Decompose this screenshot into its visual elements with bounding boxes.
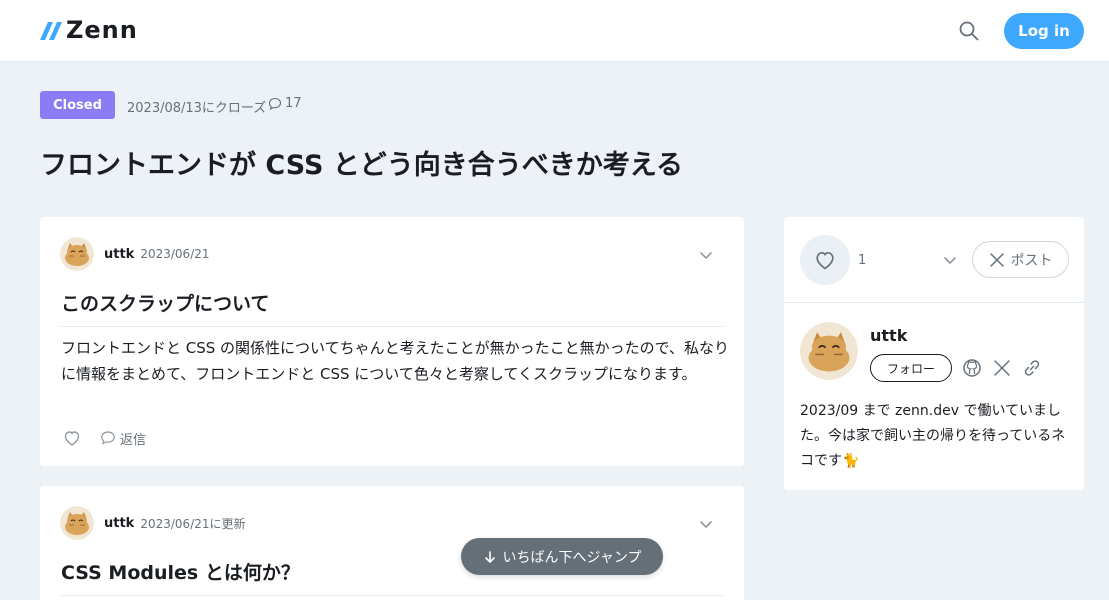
comment-count-value: 17 xyxy=(285,96,302,111)
x-logo-icon xyxy=(989,252,1004,267)
comment-card: uttk 2023/06/21 このスクラップについて フロントエンドと CSS… xyxy=(40,217,744,466)
post-date: 2023/06/21に更新 xyxy=(140,516,246,531)
share-x-button[interactable]: ポスト xyxy=(972,241,1069,278)
author-row: uttk 2023/06/21に更新 xyxy=(60,506,246,540)
chevron-down-icon[interactable] xyxy=(698,516,714,532)
follow-button[interactable]: フォロー xyxy=(870,354,952,382)
zenn-logo-icon xyxy=(40,22,62,40)
status-badge: Closed xyxy=(40,91,115,119)
login-button[interactable]: Log in xyxy=(1004,13,1084,49)
like-button[interactable] xyxy=(800,235,850,285)
author-name[interactable]: uttk xyxy=(104,247,134,262)
sidebar-author-panel: 1 ポスト uttk フォロー 2023/09 まで zenn.dev で働いて… xyxy=(784,217,1084,490)
zenn-logo[interactable]: Zenn xyxy=(40,18,138,42)
avatar[interactable] xyxy=(60,237,94,271)
chevron-down-icon[interactable] xyxy=(942,252,958,268)
comment-icon xyxy=(268,97,282,110)
logo-text: Zenn xyxy=(66,16,138,44)
like-count: 1 xyxy=(858,253,867,268)
post-date: 2023/06/21 xyxy=(140,247,210,261)
comment-heading: このスクラップについて xyxy=(61,289,723,327)
reply-icon xyxy=(101,431,115,445)
heart-icon xyxy=(816,251,834,270)
top-header: Zenn Log in xyxy=(0,0,1109,62)
author-name[interactable]: uttk xyxy=(870,326,907,345)
x-logo-icon[interactable] xyxy=(992,358,1012,378)
jump-label: いちばん下へジャンプ xyxy=(502,549,642,566)
chevron-down-icon[interactable] xyxy=(698,247,714,263)
comment-count: 17 xyxy=(268,96,302,111)
divider xyxy=(784,302,1084,303)
closed-date: 2023/08/13にクローズ xyxy=(127,101,267,116)
arrow-down-icon xyxy=(484,550,495,563)
heart-icon[interactable] xyxy=(62,428,82,448)
page-title: フロントエンドが CSS とどう向き合うべきか考える xyxy=(40,150,683,181)
comment-actions: 返信 xyxy=(62,428,146,448)
avatar[interactable] xyxy=(60,506,94,540)
post-label: ポスト xyxy=(1010,252,1053,269)
author-name[interactable]: uttk xyxy=(104,516,134,531)
comment-body: フロントエンドと CSS の関係性についてちゃんと考えたことが無かったこと無かっ… xyxy=(61,339,730,383)
jump-to-bottom-button[interactable]: いちばん下へジャンプ xyxy=(461,538,663,575)
author-bio: 2023/09 まで zenn.dev で働いていました。今は家で飼い主の帰りを… xyxy=(800,403,1066,469)
social-links xyxy=(962,358,1042,378)
search-icon[interactable] xyxy=(958,20,980,42)
link-icon[interactable] xyxy=(1022,358,1042,378)
author-avatar[interactable] xyxy=(800,322,858,380)
reply-label: 返信 xyxy=(120,432,147,448)
reply-button[interactable]: 返信 xyxy=(100,429,146,448)
author-row: uttk 2023/06/21 xyxy=(60,237,210,271)
github-icon[interactable] xyxy=(962,358,982,378)
